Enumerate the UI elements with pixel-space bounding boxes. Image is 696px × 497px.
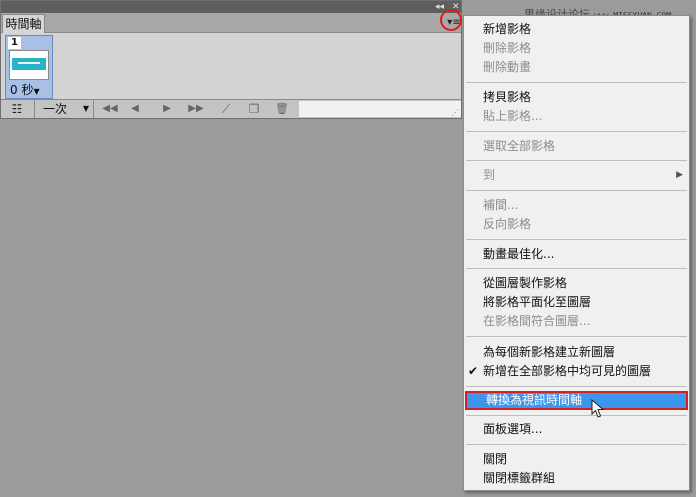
- panel-titlebar: ◂◂ ✕: [1, 1, 461, 13]
- panel-tab-row: 時間軸: [1, 13, 461, 33]
- menu-separator: [466, 386, 687, 387]
- delete-frame-icon[interactable]: 🗑: [273, 101, 291, 117]
- menu-item-optimize-animation[interactable]: 動畫最佳化...: [464, 245, 689, 264]
- loop-value: 一次: [43, 102, 68, 116]
- menu-separator: [466, 268, 687, 269]
- menu-item-close[interactable]: 關閉: [464, 450, 689, 469]
- timeline-panel: ◂◂ ✕ 時間軸 ▾≡ 1 0 秒▼ ☷ 一次 ▼ ◀◀ ◀ ▶ ▶▶ ⟋ ❐ …: [0, 0, 462, 119]
- convert-to-video-timeline-icon[interactable]: ☷: [5, 101, 29, 117]
- next-frame-button[interactable]: ▶▶: [185, 101, 207, 117]
- resize-grip-icon[interactable]: ⋰: [451, 108, 459, 117]
- menu-item-delete-frame[interactable]: 刪除影格: [464, 39, 689, 58]
- checkmark-icon: ✔: [468, 364, 479, 378]
- menu-separator: [466, 131, 687, 132]
- menu-item-select-all-frames[interactable]: 選取全部影格: [464, 137, 689, 156]
- menu-item-match-layer-across-frames[interactable]: 在影格間符合圖層...: [464, 312, 689, 331]
- menu-separator: [466, 160, 687, 161]
- menu-item-convert-to-video-timeline[interactable]: 轉換為視訊時間軸: [465, 391, 688, 410]
- menu-item-new-layers-visible-in-all-frames[interactable]: ✔ 新增在全部影格中均可見的圖層: [464, 362, 689, 381]
- menu-separator: [466, 239, 687, 240]
- frame-delay-dropdown[interactable]: 0 秒▼: [10, 83, 40, 99]
- annotation-circle: [440, 9, 462, 31]
- loop-options-select[interactable]: 一次 ▼: [34, 100, 94, 118]
- mouse-cursor-icon: [591, 399, 605, 418]
- menu-item-new-frame[interactable]: 新增影格: [464, 20, 689, 39]
- frame-number: 1: [8, 37, 21, 49]
- menu-item-paste-frame[interactable]: 貼上影格...: [464, 107, 689, 126]
- chevron-down-icon: ▼: [82, 104, 89, 113]
- previous-frame-button[interactable]: ◀: [126, 101, 144, 117]
- frame-1[interactable]: 1 0 秒▼: [5, 35, 53, 99]
- menu-separator: [466, 336, 687, 337]
- controls-spacer: [299, 101, 461, 117]
- chevron-down-icon: ▼: [33, 87, 40, 96]
- menu-item-reverse-frames[interactable]: 反向影格: [464, 215, 689, 234]
- menu-item-create-new-layer-per-frame[interactable]: 為每個新影格建立新圖層: [464, 343, 689, 362]
- timeline-controls: ☷ 一次 ▼ ◀◀ ◀ ▶ ▶▶ ⟋ ❐ 🗑 ⋰: [1, 99, 461, 118]
- play-button[interactable]: ▶: [158, 101, 176, 117]
- menu-item-label: 新增在全部影格中均可見的圖層: [483, 364, 652, 378]
- tab-timeline[interactable]: 時間軸: [2, 14, 45, 33]
- new-frame-icon[interactable]: ❐: [245, 101, 263, 117]
- menu-separator: [466, 190, 687, 191]
- chevron-right-icon: ▶: [676, 170, 683, 180]
- menu-item-make-frames-from-layers[interactable]: 從圖層製作影格: [464, 274, 689, 293]
- menu-item-close-tab-group[interactable]: 關閉標籤群組: [464, 469, 689, 488]
- menu-item-panel-options[interactable]: 面板選項...: [464, 420, 689, 439]
- menu-separator: [466, 415, 687, 416]
- frame-thumbnail: [9, 50, 49, 80]
- menu-item-delete-animation[interactable]: 刪除動畫: [464, 58, 689, 77]
- frames-area: 1 0 秒▼: [1, 33, 461, 99]
- menu-separator: [466, 444, 687, 445]
- first-frame-button[interactable]: ◀◀: [99, 101, 121, 117]
- menu-item-copy-frame[interactable]: 拷貝影格: [464, 88, 689, 107]
- frame-delay-value: 0 秒: [10, 83, 34, 97]
- menu-item-label: 到: [483, 168, 496, 182]
- menu-item-tween[interactable]: 補間...: [464, 196, 689, 215]
- panel-context-menu: 新增影格 刪除影格 刪除動畫 拷貝影格 貼上影格... 選取全部影格 到 ▶ 補…: [463, 15, 690, 491]
- menu-item-flatten-frames-into-layers[interactable]: 將影格平面化至圖層: [464, 293, 689, 312]
- menu-item-go-to[interactable]: 到 ▶: [464, 166, 689, 185]
- menu-separator: [466, 82, 687, 83]
- tween-icon[interactable]: ⟋: [217, 101, 235, 117]
